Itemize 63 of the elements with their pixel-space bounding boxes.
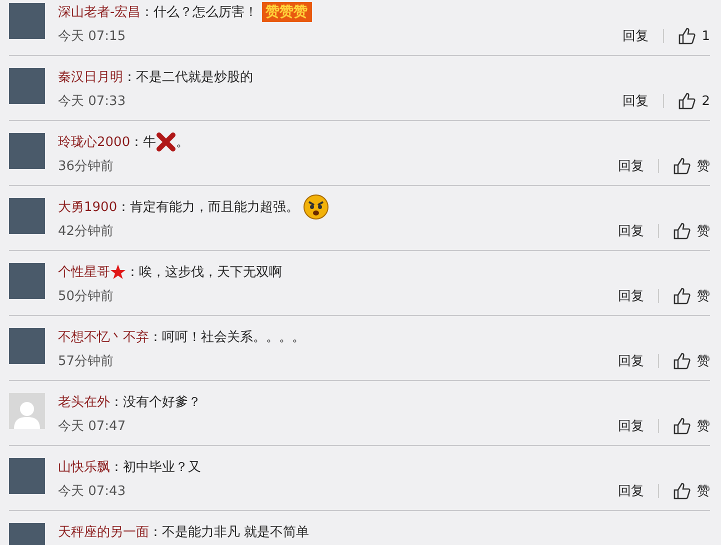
username-link[interactable]: 大勇1900 bbox=[58, 198, 118, 216]
thumbs-up-icon bbox=[673, 352, 691, 370]
comment-text: 。 bbox=[176, 134, 190, 151]
colon: ： bbox=[123, 69, 136, 86]
like-button[interactable]: 赞 bbox=[673, 482, 710, 500]
comment-text: 牛 bbox=[143, 134, 156, 151]
username-link[interactable]: 天秤座的另一面 bbox=[58, 523, 149, 541]
username-link[interactable]: 深山老者-宏昌 bbox=[58, 3, 141, 21]
colon: ： bbox=[110, 459, 123, 476]
reply-link[interactable]: 回复 bbox=[618, 417, 644, 435]
username-link[interactable]: 秦汉日月明 bbox=[58, 68, 123, 86]
reply-link[interactable]: 回复 bbox=[618, 157, 644, 175]
like-button[interactable]: 赞 bbox=[673, 157, 710, 175]
reply-link[interactable]: 回复 bbox=[622, 27, 649, 45]
username-link[interactable]: 老头在外 bbox=[58, 393, 110, 411]
comment-text: 不是二代就是炒股的 bbox=[136, 69, 253, 86]
comment-time: 今天 07:15 bbox=[58, 28, 127, 45]
colon: ： bbox=[130, 134, 144, 151]
username-link[interactable]: 不想不忆丶不弃 bbox=[58, 328, 149, 346]
username-link[interactable]: 个性星哥 bbox=[58, 263, 110, 281]
reply-link[interactable]: 回复 bbox=[618, 222, 644, 240]
thumbs-up-icon bbox=[673, 287, 691, 305]
comment-text: 什么？怎么厉害！ bbox=[154, 4, 258, 21]
cross-icon bbox=[156, 132, 176, 152]
reply-link[interactable]: 回复 bbox=[618, 287, 644, 305]
comment-text: 没有个好爹？ bbox=[123, 394, 201, 411]
like-button[interactable]: 赞 bbox=[673, 352, 710, 370]
reply-link[interactable]: 回复 bbox=[622, 92, 649, 110]
like-button[interactable]: 赞 bbox=[673, 287, 710, 305]
sticker: 赞赞赞 bbox=[262, 2, 312, 22]
like-button[interactable]: 赞 bbox=[673, 222, 710, 240]
like-button[interactable]: 1 bbox=[678, 27, 710, 45]
thumbs-up-icon bbox=[673, 157, 691, 175]
comment-text: 不是能力非凡 就是不简单 bbox=[162, 524, 310, 541]
thumbs-up-icon bbox=[678, 92, 696, 110]
username-link[interactable]: 山快乐飘 bbox=[58, 458, 110, 476]
reply-link[interactable]: 回复 bbox=[618, 352, 644, 370]
colon: ： bbox=[149, 524, 162, 541]
comment-time: 42分钟前 bbox=[58, 223, 115, 240]
thumbs-up-icon bbox=[678, 27, 696, 45]
comment-time: 今天 07:47 bbox=[58, 418, 127, 435]
comment-text: 唉，这步伐，天下无双啊 bbox=[139, 264, 282, 281]
colon: ： bbox=[117, 199, 130, 216]
username-link[interactable]: 玲珑心2000 bbox=[58, 133, 130, 151]
colon: ： bbox=[140, 4, 154, 21]
thumbs-up-icon bbox=[673, 222, 691, 240]
colon: ： bbox=[126, 264, 139, 281]
thumbs-up-icon bbox=[673, 417, 691, 435]
comment-time: 今天 07:43 bbox=[58, 483, 127, 500]
comment-text: 肯定有能力，而且能力超强。 bbox=[130, 199, 300, 216]
like-button[interactable]: 赞 bbox=[673, 417, 710, 435]
comment-time: 57分钟前 bbox=[58, 353, 115, 370]
thumbs-up-icon bbox=[673, 482, 691, 500]
angry-face-icon bbox=[303, 194, 330, 220]
reply-link[interactable]: 回复 bbox=[618, 482, 644, 500]
colon: ： bbox=[110, 394, 123, 411]
comment-time: 36分钟前 bbox=[58, 158, 115, 175]
comment-time: 50分钟前 bbox=[58, 288, 115, 305]
colon: ： bbox=[149, 329, 162, 346]
comment-time: 今天 07:33 bbox=[58, 93, 127, 110]
comment-text: 呵呵！社会关系。。。。 bbox=[162, 329, 305, 346]
comment-text: 初中毕业？又 bbox=[123, 459, 201, 476]
like-button[interactable]: 2 bbox=[678, 92, 710, 110]
